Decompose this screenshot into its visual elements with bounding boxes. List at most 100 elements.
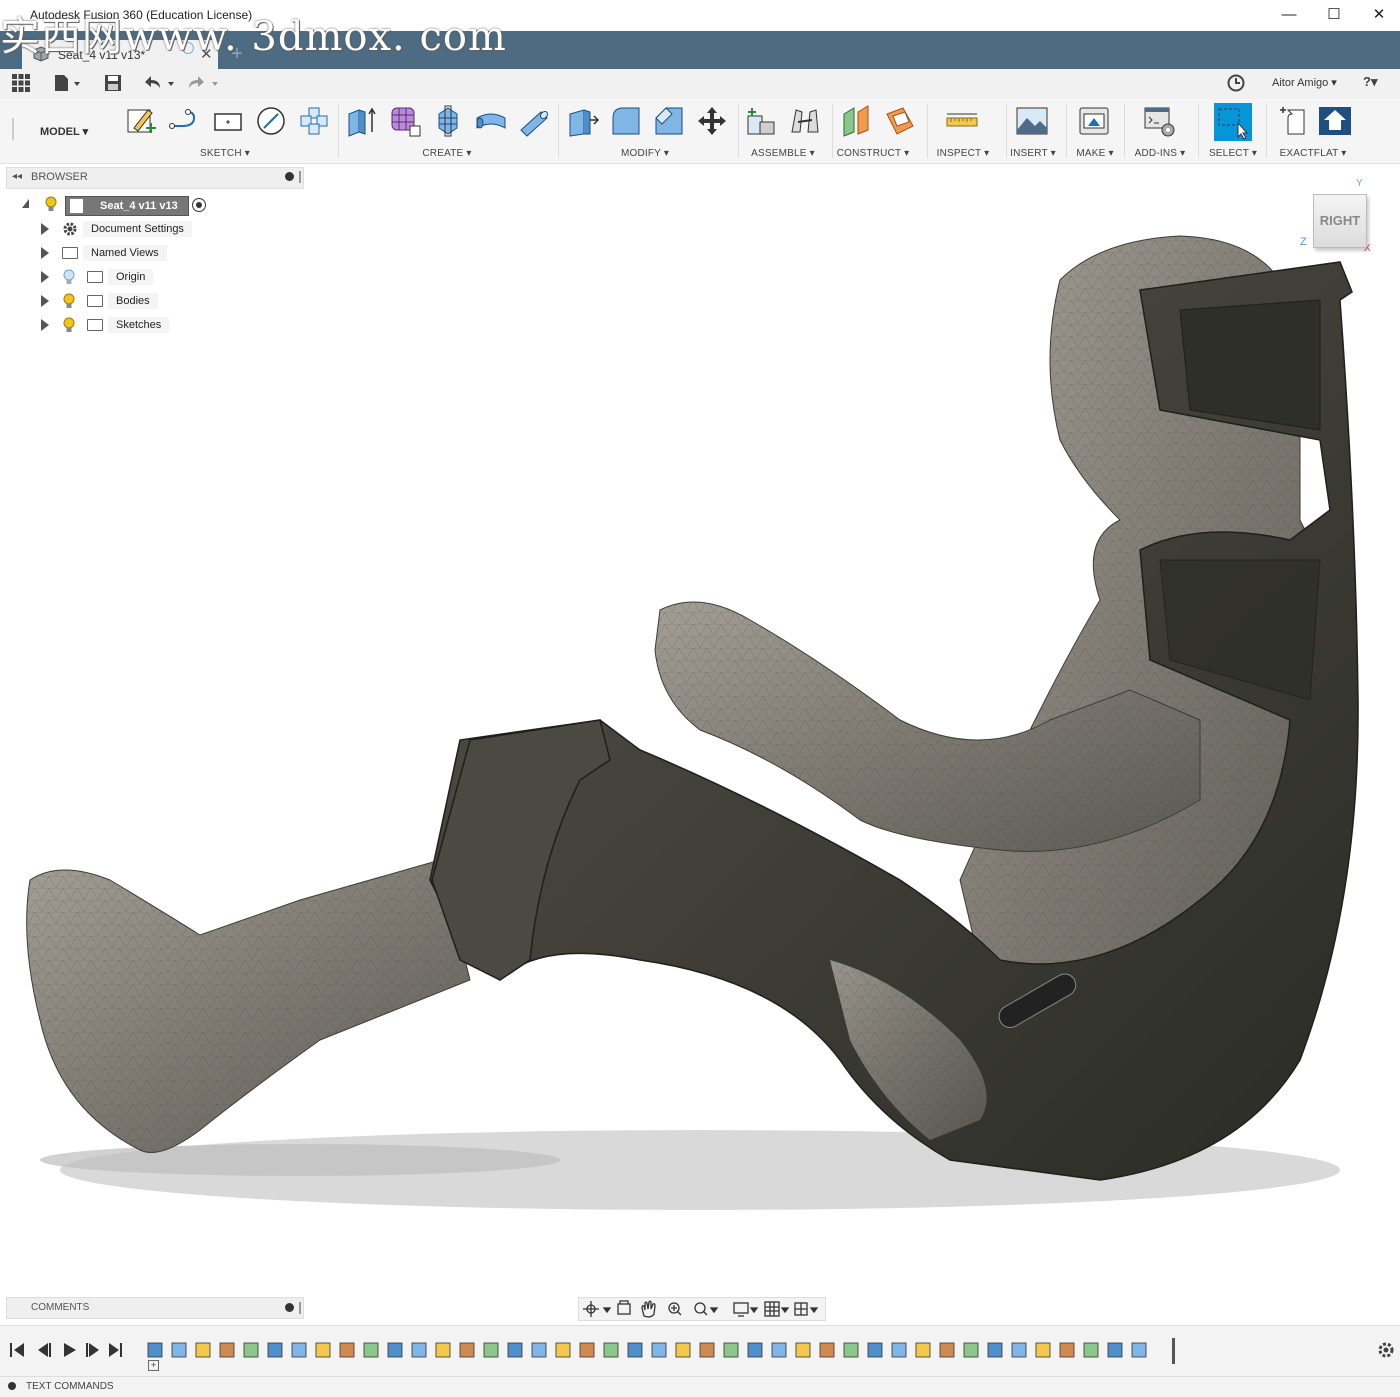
create-sketch-icon[interactable] (124, 104, 158, 138)
timeline-feature-icon[interactable] (795, 1342, 811, 1358)
visibility-bulb-icon[interactable] (63, 317, 75, 333)
fillet-icon[interactable] (609, 104, 643, 138)
user-account-menu[interactable]: Aitor Amigo ▾ (1272, 76, 1337, 89)
activate-radio-icon[interactable] (192, 198, 206, 212)
timeline-feature-icon[interactable] (243, 1342, 259, 1358)
timeline-marker[interactable] (1172, 1338, 1175, 1364)
exactflat-flatten-icon[interactable] (1318, 104, 1352, 138)
data-panel-grid-icon[interactable] (12, 74, 30, 92)
timeline-feature-icon[interactable] (651, 1342, 667, 1358)
joint-icon[interactable] (788, 104, 822, 138)
exactflat-group-label[interactable]: EXACTFLAT ▾ (1268, 148, 1358, 159)
redo-icon[interactable] (188, 74, 222, 92)
timeline-feature-icon[interactable] (747, 1342, 763, 1358)
timeline-feature-icon[interactable] (411, 1342, 427, 1358)
timeline-feature-icon[interactable] (339, 1342, 355, 1358)
timeline-feature-icon[interactable] (771, 1342, 787, 1358)
tree-item-named-views[interactable]: Named Views (83, 245, 167, 261)
offset-plane-icon[interactable] (840, 104, 874, 138)
measure-icon[interactable] (945, 104, 979, 138)
expand-toggle[interactable] (41, 271, 49, 283)
pipe-icon[interactable] (517, 104, 551, 138)
undo-icon[interactable] (144, 74, 178, 92)
root-component-node[interactable]: Seat_4 v11 v13 (65, 196, 189, 216)
timeline-feature-icon[interactable] (387, 1342, 403, 1358)
revolve-icon[interactable] (431, 104, 465, 138)
visibility-bulb-icon[interactable] (63, 293, 75, 309)
new-component-icon[interactable] (744, 104, 778, 138)
circle-tool-icon[interactable] (254, 104, 288, 138)
assemble-group-label[interactable]: ASSEMBLE ▾ (738, 148, 828, 159)
select-group-label[interactable]: SELECT ▾ (1188, 148, 1278, 159)
timeline-feature-icon[interactable] (579, 1342, 595, 1358)
timeline-feature-icon[interactable] (147, 1342, 163, 1358)
comments-panel[interactable]: COMMENTS (6, 1297, 304, 1319)
timeline-feature-icon[interactable] (963, 1342, 979, 1358)
timeline-feature-icon[interactable] (1131, 1342, 1147, 1358)
tree-item-origin[interactable]: Origin (108, 269, 154, 285)
scripts-addins-icon[interactable] (1142, 104, 1176, 138)
text-commands-bar[interactable]: TEXT COMMANDS (0, 1376, 1400, 1397)
timeline-settings-gear-icon[interactable] (1377, 1341, 1395, 1359)
timeline-feature-icon[interactable] (363, 1342, 379, 1358)
timeline-feature-icon[interactable] (699, 1342, 715, 1358)
tree-item-document-settings[interactable]: Document Settings (83, 221, 192, 237)
timeline-feature-icon[interactable] (891, 1342, 907, 1358)
collapse-panel-icon[interactable]: ◂◂ (12, 171, 22, 182)
save-icon[interactable] (104, 74, 122, 92)
timeline-feature-icon[interactable] (603, 1342, 619, 1358)
help-button[interactable]: ?▾ (1363, 74, 1377, 90)
timeline-feature-icon[interactable] (1035, 1342, 1051, 1358)
add-comment-icon[interactable] (285, 1303, 294, 1312)
timeline-feature-icon[interactable] (555, 1342, 571, 1358)
3d-viewport-canvas[interactable] (0, 160, 1400, 1300)
minimize-button[interactable]: — (1266, 4, 1312, 26)
visibility-bulb-icon[interactable] (63, 269, 75, 285)
create-group-label[interactable]: CREATE ▾ (402, 148, 492, 159)
timeline-feature-icon[interactable] (723, 1342, 739, 1358)
timeline-feature-icon[interactable] (675, 1342, 691, 1358)
timeline-feature-icon[interactable] (291, 1342, 307, 1358)
create-form-icon[interactable] (388, 104, 422, 138)
expand-toggle[interactable] (41, 319, 49, 331)
timeline-feature-icon[interactable] (915, 1342, 931, 1358)
browser-options-icon[interactable] (285, 172, 294, 181)
timeline-playback-controls[interactable] (8, 1341, 133, 1359)
construct-group-label[interactable]: CONSTRUCT ▾ (828, 148, 918, 159)
expand-timeline-icon[interactable]: + (148, 1360, 159, 1371)
timeline-feature-icon[interactable] (1059, 1342, 1075, 1358)
timeline-feature-icon[interactable] (267, 1342, 283, 1358)
maximize-button[interactable]: ☐ (1311, 4, 1357, 26)
timeline-feature-icon[interactable] (459, 1342, 475, 1358)
expand-toggle[interactable] (41, 223, 49, 235)
collapse-root-toggle[interactable] (22, 199, 29, 208)
timeline-feature-icon[interactable] (867, 1342, 883, 1358)
timeline-feature-icon[interactable] (987, 1342, 1003, 1358)
modify-group-label[interactable]: MODIFY ▾ (600, 148, 690, 159)
timeline-feature-icon[interactable] (171, 1342, 187, 1358)
timeline-feature-icon[interactable] (315, 1342, 331, 1358)
insert-canvas-icon[interactable] (1015, 104, 1049, 138)
timeline-feature-icon[interactable] (507, 1342, 523, 1358)
timeline-feature-icon[interactable] (435, 1342, 451, 1358)
browser-panel-header[interactable]: ◂◂ BROWSER (6, 167, 304, 189)
timeline-feature-icon[interactable] (1083, 1342, 1099, 1358)
select-tool-icon[interactable] (1214, 103, 1252, 141)
job-status-clock-icon[interactable] (1227, 74, 1245, 92)
extrude-icon[interactable] (345, 104, 379, 138)
plane-at-angle-icon[interactable] (883, 104, 917, 138)
file-menu-icon[interactable] (54, 74, 82, 92)
timeline-feature-icon[interactable] (219, 1342, 235, 1358)
project-include-icon[interactable] (297, 104, 331, 138)
timeline-feature-icon[interactable] (1107, 1342, 1123, 1358)
tree-item-bodies[interactable]: Bodies (108, 293, 158, 309)
workspace-switcher[interactable]: MODEL ▾ (40, 125, 88, 138)
timeline-feature-icon[interactable] (939, 1342, 955, 1358)
timeline-feature-icon[interactable] (531, 1342, 547, 1358)
chamfer-icon[interactable] (652, 104, 686, 138)
view-cube[interactable]: RIGHT (1313, 194, 1367, 248)
line-tool-icon[interactable] (168, 104, 202, 138)
timeline-feature-icon[interactable] (1011, 1342, 1027, 1358)
timeline-feature-icon[interactable] (819, 1342, 835, 1358)
move-copy-icon[interactable] (695, 104, 729, 138)
